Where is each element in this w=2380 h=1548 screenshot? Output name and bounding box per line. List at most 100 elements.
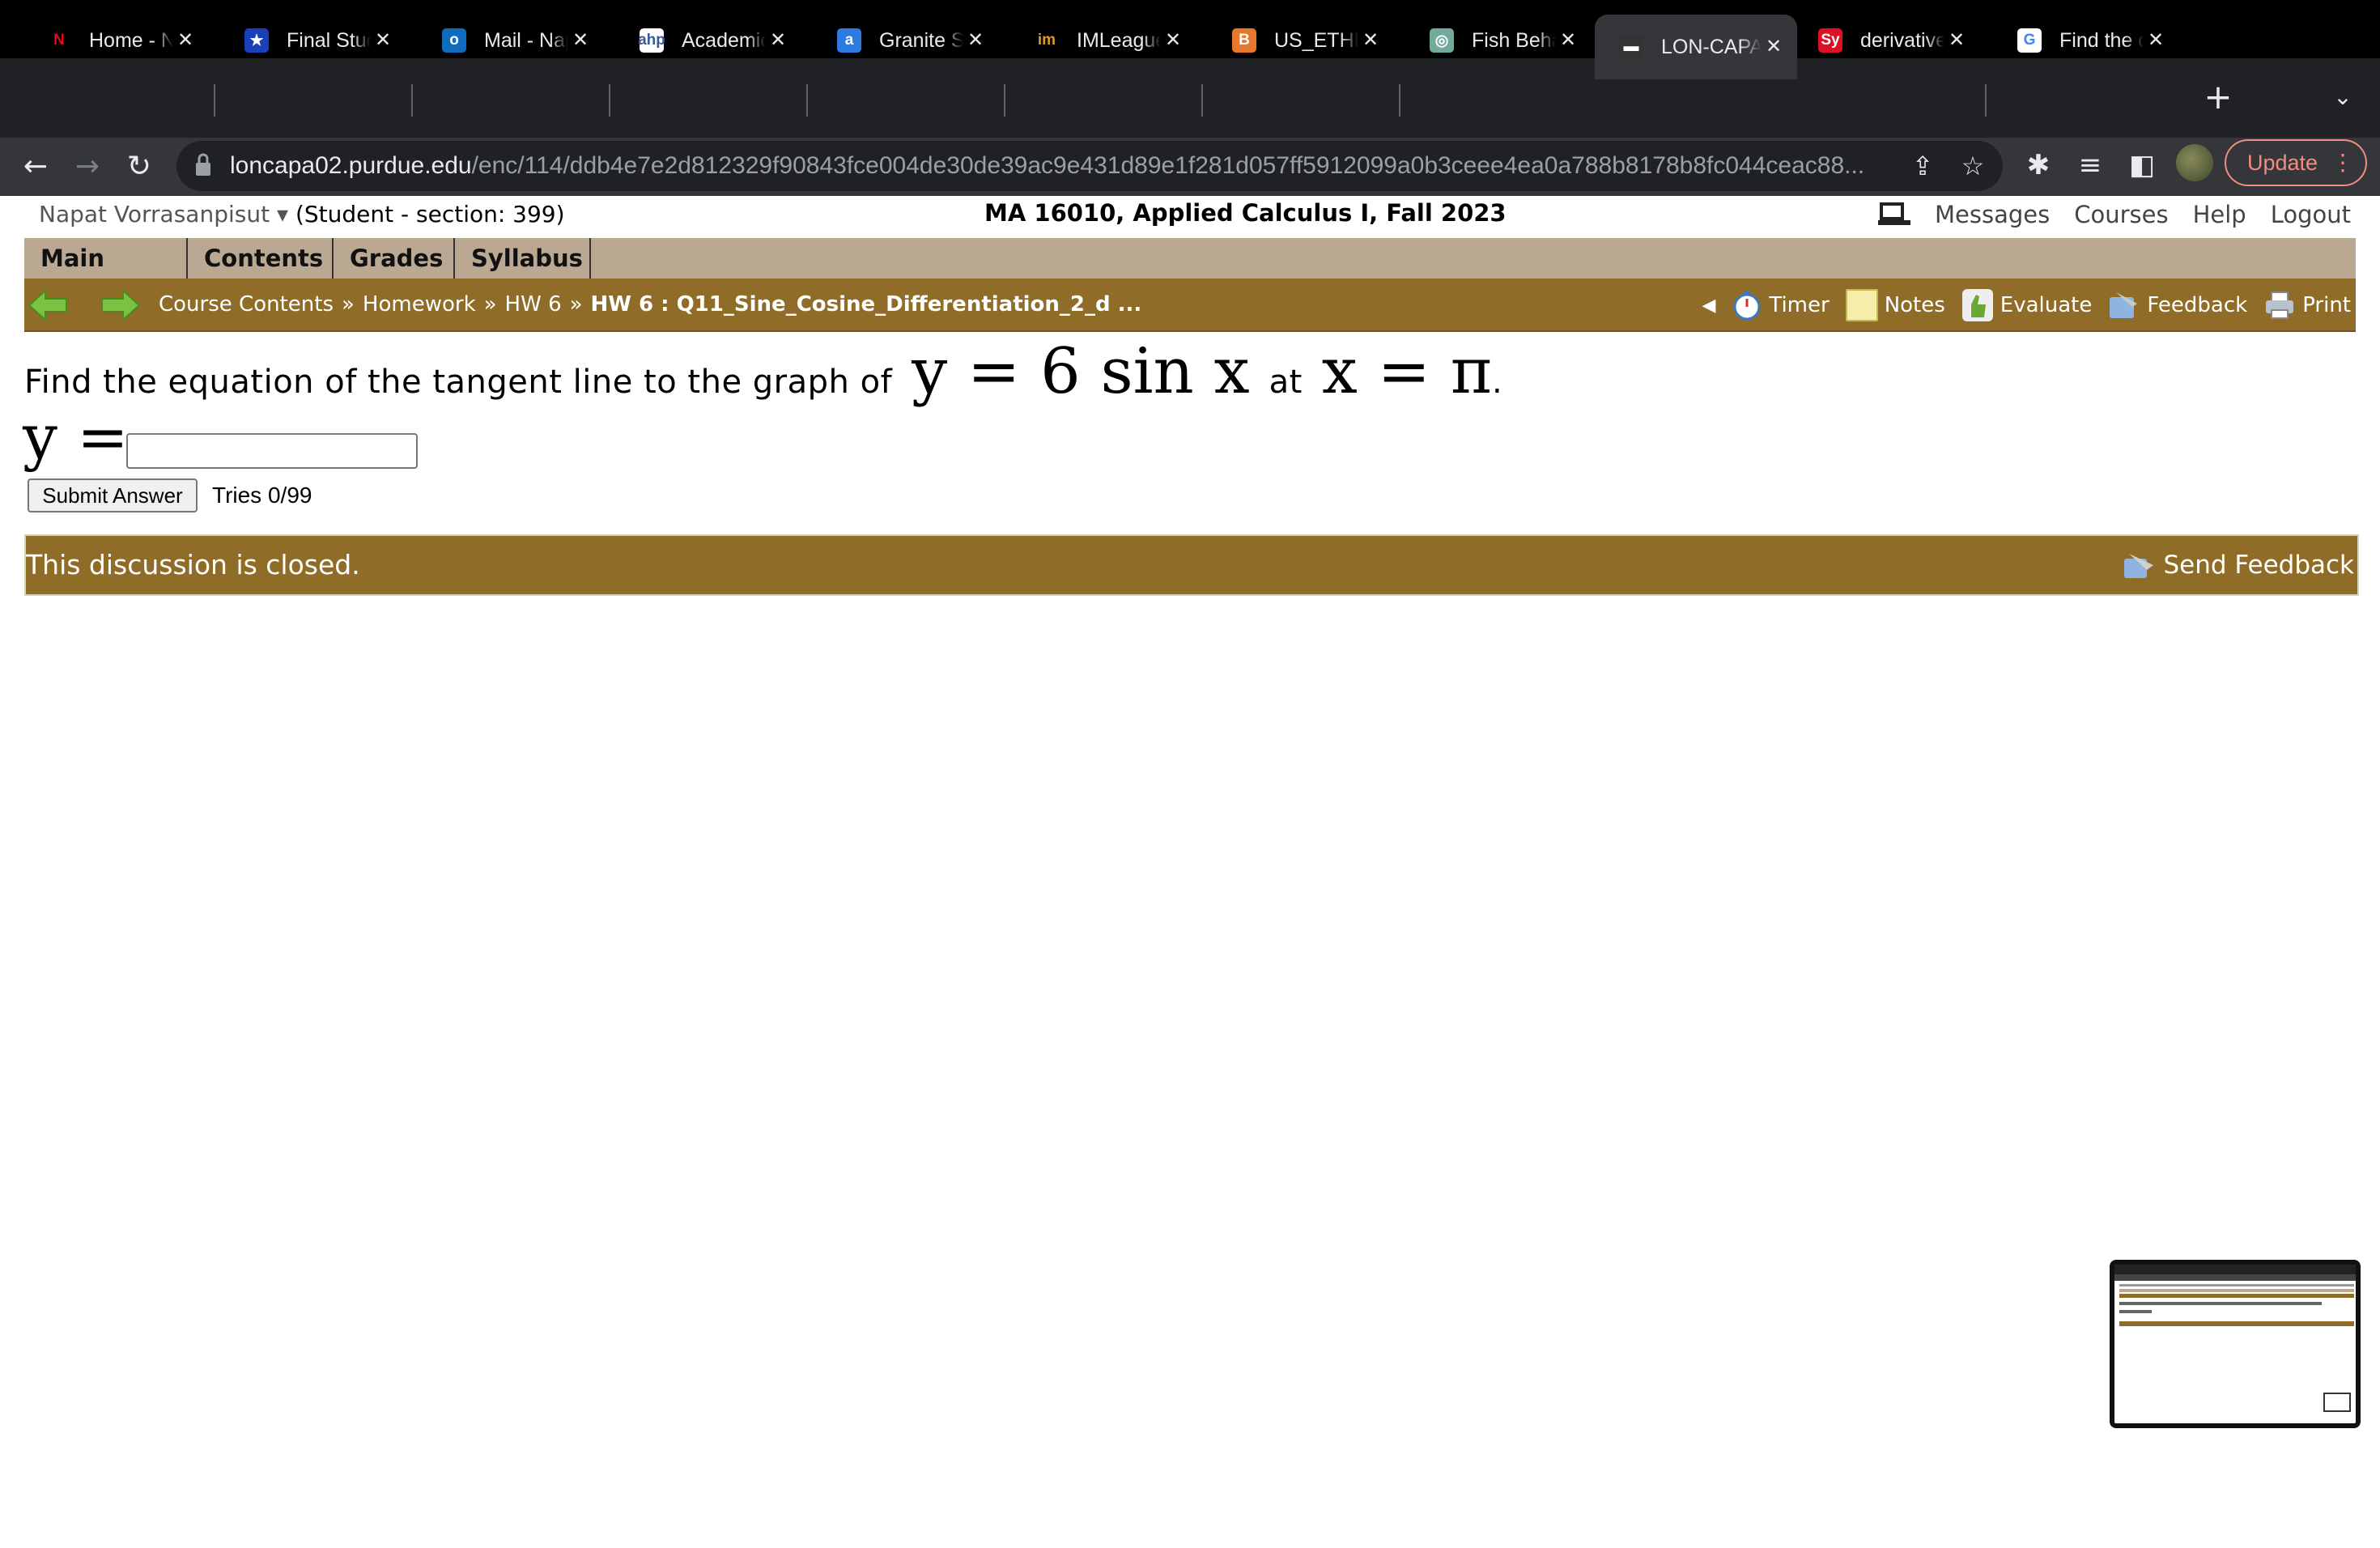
breadcrumb-separator: »	[483, 292, 497, 317]
menu-syllabus[interactable]: Syllabus	[455, 238, 591, 279]
timer-tool[interactable]: Timer	[1732, 289, 1830, 321]
discussion-status: This discussion is closed.	[26, 549, 360, 580]
tab-search-icon[interactable]: ⌄	[2325, 79, 2361, 115]
browser-tab[interactable]: ★ Final Study Guide✕	[220, 15, 406, 66]
tab-favicon-icon: ◎	[1430, 28, 1454, 53]
main-menu-bar: Main Menu Contents Grades Syllabus	[24, 238, 2356, 313]
problem-statement: Find the equation of the tangent line to…	[24, 340, 1502, 405]
computer-icon	[1878, 202, 1910, 225]
evaluate-tool[interactable]: Evaluate	[1961, 288, 2092, 322]
update-label: Update	[2247, 151, 2318, 175]
tab-favicon-icon: o	[442, 28, 466, 53]
send-feedback-label: Send Feedback	[2163, 551, 2354, 580]
forward-icon[interactable]: →	[63, 142, 112, 191]
browser-tab[interactable]: a Granite State✕	[813, 15, 999, 66]
browser-tab[interactable]: ◎ Fish Behavior✕	[1405, 15, 1592, 66]
media-controls-icon[interactable]: ≡	[2068, 142, 2113, 188]
url-text[interactable]: loncapa02.purdue.edu/enc/114/ddb4e7e2d81…	[230, 141, 1889, 191]
question-suffix: .	[1491, 364, 1502, 401]
side-panel-icon[interactable]: ◧	[2119, 142, 2165, 188]
breadcrumb-current: HW 6 : Q11_Sine_Cosine_Differentiation_2…	[590, 292, 1142, 317]
tab-separator	[1985, 84, 1987, 117]
tab-title: LON-CAPA	[1661, 35, 1762, 58]
tab-close-icon[interactable]: ✕	[371, 28, 395, 53]
more-menu-icon: ⋮	[2331, 150, 2354, 175]
tab-title: Find the d	[2059, 28, 2144, 52]
browser-tab[interactable]: Sy derivative ✕	[1794, 15, 1980, 66]
share-icon[interactable]: ⇪	[1902, 146, 1943, 186]
breadcrumb-homework[interactable]: Homework	[363, 292, 476, 317]
back-icon[interactable]: ←	[11, 142, 60, 191]
tab-close-icon[interactable]: ✕	[1556, 28, 1580, 53]
tab-close-icon[interactable]: ✕	[1358, 28, 1383, 53]
tab-close-icon[interactable]: ✕	[173, 28, 198, 53]
user-menu-caret-icon[interactable]: ▾	[277, 201, 288, 228]
browser-tab[interactable]: im IMLeagues✕	[1010, 15, 1196, 66]
tab-close-icon[interactable]: ✕	[568, 28, 593, 53]
profile-avatar[interactable]	[2176, 144, 2213, 181]
tab-favicon-icon: G	[2017, 28, 2042, 53]
breadcrumb-course-contents[interactable]: Course Contents	[159, 292, 334, 317]
messages-link[interactable]: Messages	[1935, 201, 2050, 228]
user-name[interactable]: Napat Vorrasanpisut	[39, 201, 270, 228]
tab-favicon-icon: N	[53, 32, 65, 49]
url-path: /enc/114/ddb4e7e2d812329f90843fce004de30…	[471, 152, 1865, 179]
update-button[interactable]: Update ⋮	[2225, 139, 2367, 186]
browser-tab[interactable]: ▬ LON-CAPA ✕	[1595, 15, 1797, 79]
feedback-tool[interactable]: Feedback	[2108, 289, 2247, 321]
submit-answer-button[interactable]: Submit Answer	[28, 478, 198, 512]
reload-icon[interactable]: ↻	[115, 142, 164, 191]
screenshot-preview-thumbnail[interactable]	[2110, 1260, 2361, 1428]
url-host: loncapa02.purdue.edu	[230, 152, 472, 179]
browser-tab[interactable]: B US_ETHNIC✕	[1208, 15, 1394, 66]
courses-link[interactable]: Courses	[2074, 201, 2168, 228]
tab-title: Fish Behavior	[1472, 28, 1556, 52]
menu-main-menu[interactable]: Main Menu	[24, 238, 188, 313]
tab-close-icon[interactable]: ✕	[766, 28, 790, 53]
extensions-icon[interactable]: ✱	[2016, 142, 2061, 188]
tab-title: Final Study Guide	[287, 28, 371, 52]
answer-input[interactable]	[126, 433, 418, 469]
breadcrumb-separator: »	[569, 292, 583, 317]
menu-grades[interactable]: Grades	[334, 238, 455, 279]
bookmark-star-icon[interactable]: ☆	[1953, 146, 1993, 186]
collapse-tools-icon[interactable]: ◀	[1702, 296, 1715, 316]
help-link[interactable]: Help	[2193, 201, 2246, 228]
tab-title: Granite State	[879, 28, 963, 52]
user-section: (Student - section: 399)	[295, 201, 565, 228]
print-tool[interactable]: Print	[2263, 289, 2351, 321]
send-feedback-icon	[2124, 554, 2154, 578]
breadcrumb-hw6[interactable]: HW 6	[505, 292, 562, 317]
tab-separator	[609, 84, 610, 117]
browser-tab-strip	[0, 58, 2380, 138]
tab-close-icon[interactable]: ✕	[1762, 35, 1786, 59]
notes-icon	[1845, 289, 1878, 321]
tab-close-icon[interactable]: ✕	[1944, 28, 1969, 53]
answer-label: y =	[23, 401, 129, 473]
send-feedback-link[interactable]: Send Feedback	[2123, 536, 2354, 594]
tab-favicon-icon: B	[1232, 28, 1256, 53]
tab-separator	[806, 84, 808, 117]
browser-tab[interactable]: N Home - Netflix✕	[23, 15, 209, 66]
new-tab-button[interactable]: +	[2200, 79, 2236, 115]
tab-separator	[214, 84, 215, 117]
browser-tab[interactable]: o Mail - Napat✕	[418, 15, 604, 66]
browser-tab[interactable]: ahp Academic ✕	[615, 15, 801, 66]
tab-close-icon[interactable]: ✕	[2144, 28, 2168, 53]
previous-arrow-icon[interactable]	[28, 288, 68, 322]
menu-contents[interactable]: Contents	[188, 238, 334, 279]
tab-favicon-icon: Sy	[1818, 28, 1842, 53]
tab-close-icon[interactable]: ✕	[1161, 28, 1185, 53]
next-arrow-icon[interactable]	[100, 288, 141, 322]
tab-close-icon[interactable]: ✕	[963, 28, 988, 53]
tries-counter: Tries 0/99	[212, 483, 312, 508]
notes-tool[interactable]: Notes	[1845, 289, 1945, 321]
tab-title: Academic	[682, 28, 766, 52]
tab-title: Mail - Napat	[484, 28, 568, 52]
logout-link[interactable]: Logout	[2271, 201, 2351, 228]
timer-icon	[1733, 291, 1761, 321]
browser-tab[interactable]: G Find the d ✕	[1993, 15, 2179, 66]
tab-favicon-icon: ahp	[638, 28, 665, 53]
top-links: Messages Courses Help Logout	[1878, 201, 2351, 228]
timer-label: Timer	[1769, 293, 1830, 317]
